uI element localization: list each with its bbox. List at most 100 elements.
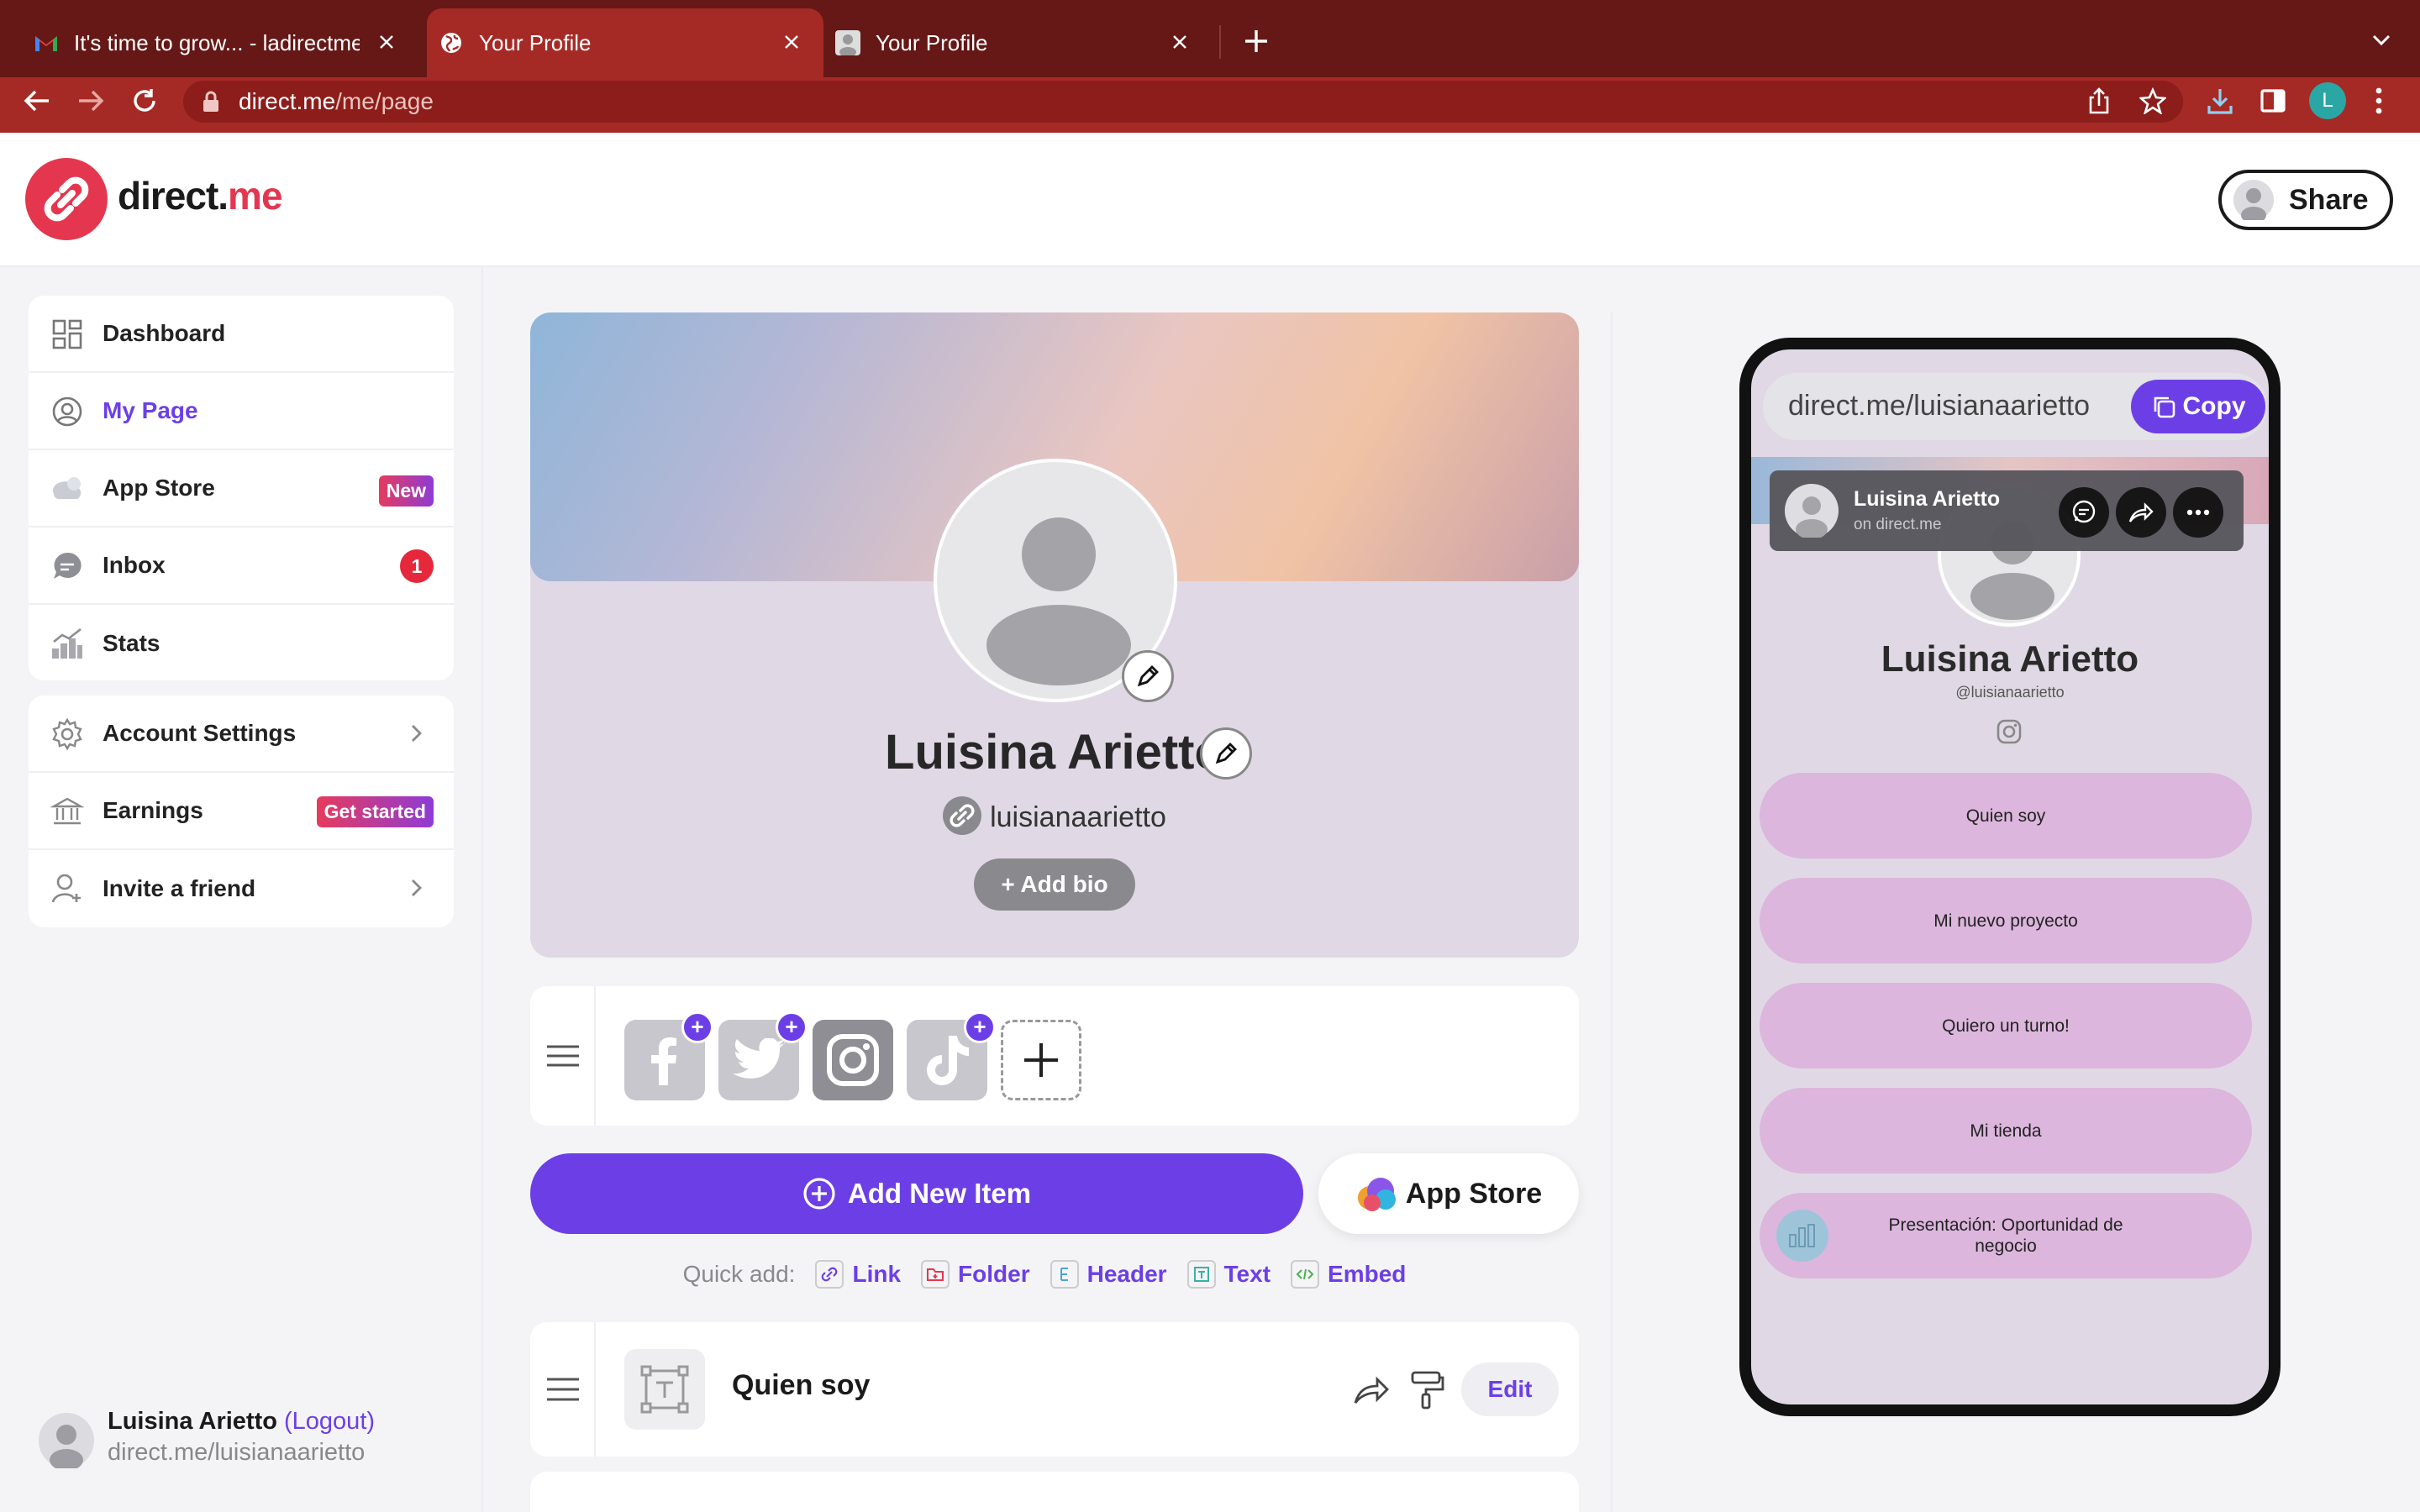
- add-tiktok-plus[interactable]: +: [964, 1011, 996, 1043]
- profile-username[interactable]: luisianaarietto: [530, 796, 1579, 838]
- get-started-badge[interactable]: Get started: [316, 796, 434, 827]
- facebook-icon[interactable]: +: [624, 1011, 713, 1100]
- app-store-button[interactable]: App Store: [1318, 1153, 1579, 1234]
- add-bio-button[interactable]: + Add bio: [974, 858, 1135, 911]
- add-new-item-button[interactable]: Add New Item: [530, 1153, 1303, 1234]
- share-arrow-icon[interactable]: [2116, 487, 2166, 538]
- quick-add-text[interactable]: Text: [1186, 1260, 1270, 1289]
- preview-link-button[interactable]: Mi tienda: [1760, 1088, 2252, 1173]
- bank-icon: [50, 797, 84, 825]
- url-text: direct.me/me/page: [239, 88, 434, 114]
- sidebar-item-account-settings[interactable]: Account Settings: [29, 696, 454, 773]
- tab-your-profile-active[interactable]: Your Profile: [427, 8, 823, 77]
- url-field[interactable]: [183, 81, 2183, 123]
- tab-gmail[interactable]: It's time to grow... - ladirectme: [17, 8, 418, 77]
- new-badge: New: [378, 475, 434, 507]
- instagram-icon[interactable]: [1996, 719, 2022, 744]
- tab-divider: [1219, 25, 1221, 59]
- new-tab-icon[interactable]: [1244, 29, 1269, 54]
- gmail-icon: [34, 30, 59, 55]
- drag-handle[interactable]: [530, 1322, 596, 1457]
- logout-link[interactable]: (Logout): [284, 1408, 375, 1435]
- preview-link-button[interactable]: Presentación: Oportunidad de negocio: [1760, 1193, 2252, 1278]
- quick-add-embed[interactable]: Embed: [1291, 1260, 1406, 1289]
- sidebar-main-nav: Dashboard My Page App Store New Inbox 1 …: [29, 296, 454, 680]
- profile-card: Luisina Arietto luisianaarietto + Add bi…: [530, 312, 1579, 958]
- preview-link-button[interactable]: Mi nuevo proyecto: [1760, 878, 2252, 963]
- forward-icon[interactable]: [77, 89, 104, 113]
- sidebar-item-invite-friend[interactable]: Invite a friend: [29, 850, 454, 927]
- download-icon[interactable]: [2207, 87, 2233, 114]
- quick-add-folder[interactable]: Folder: [921, 1260, 1030, 1289]
- chevron-right-icon: [412, 879, 422, 896]
- user-page-url: direct.me/luisianaarietto: [108, 1439, 366, 1466]
- inbox-count-badge: 1: [400, 549, 434, 583]
- share-page-icon[interactable]: [2087, 87, 2111, 114]
- back-icon[interactable]: [24, 89, 50, 113]
- stats-icon: [52, 627, 82, 659]
- embed-icon: [1291, 1260, 1320, 1289]
- sidepanel-icon[interactable]: [2260, 89, 2286, 113]
- twitter-icon[interactable]: +: [718, 1011, 808, 1100]
- reload-icon[interactable]: [131, 87, 158, 114]
- quick-add-header[interactable]: Header: [1050, 1260, 1167, 1289]
- edit-name-pencil-icon[interactable]: [1200, 727, 1252, 780]
- link-icon: [815, 1260, 844, 1289]
- preview-divider: [1611, 312, 1612, 1512]
- close-tab-icon[interactable]: [1166, 29, 1193, 55]
- sidebar-item-earnings[interactable]: Earnings Get started: [29, 773, 454, 850]
- sidebar-item-dashboard[interactable]: Dashboard: [29, 296, 454, 373]
- add-twitter-plus[interactable]: +: [776, 1011, 808, 1043]
- copy-url-button[interactable]: Copy: [2131, 380, 2265, 433]
- sidebar-item-inbox[interactable]: Inbox 1: [29, 528, 454, 605]
- tab-your-profile[interactable]: Your Profile: [823, 8, 1212, 77]
- close-tab-icon[interactable]: [778, 29, 805, 55]
- quick-add-link[interactable]: Link: [815, 1260, 901, 1289]
- sidebar-item-app-store[interactable]: App Store New: [29, 450, 454, 528]
- direct-me-logo-icon[interactable]: [25, 158, 108, 240]
- paint-roller-icon[interactable]: [1411, 1371, 1444, 1410]
- sidebar-item-my-page[interactable]: My Page: [29, 373, 454, 450]
- user-avatar[interactable]: [39, 1413, 94, 1468]
- folder-icon: [921, 1260, 950, 1289]
- avatar: [2233, 180, 2274, 220]
- share-button[interactable]: Share: [2218, 170, 2393, 230]
- preview-handle: @luisianaarietto: [1955, 684, 2065, 701]
- kebab-menu-icon[interactable]: [2375, 87, 2383, 114]
- add-social-icon[interactable]: [1001, 1020, 1081, 1100]
- tab-search-chevron-icon[interactable]: [2371, 34, 2391, 47]
- sidebar-item-stats[interactable]: Stats: [29, 605, 454, 682]
- profile-name: Luisina Arietto: [885, 725, 1224, 780]
- edit-avatar-pencil-icon[interactable]: [1122, 650, 1174, 702]
- close-tab-icon[interactable]: [373, 29, 400, 55]
- preview-link-button[interactable]: Quien soy: [1760, 773, 2252, 858]
- more-icon[interactable]: [2173, 487, 2223, 538]
- add-facebook-plus[interactable]: +: [681, 1011, 713, 1043]
- edit-item-button[interactable]: Edit: [1461, 1362, 1559, 1416]
- tiktok-icon[interactable]: +: [907, 1011, 996, 1100]
- inbox-icon: [54, 552, 82, 579]
- app-store-icon: [1357, 1178, 1396, 1211]
- header-icon: [1050, 1260, 1079, 1289]
- item-title: Quien soy: [732, 1369, 871, 1401]
- link-item-card: [530, 1472, 1579, 1512]
- drag-handle[interactable]: [530, 986, 596, 1126]
- instagram-icon[interactable]: [813, 1020, 893, 1100]
- avatar: [1785, 484, 1839, 538]
- phone-preview: direct.me/luisianaarietto Copy Luisina A…: [1739, 338, 2281, 1416]
- quick-add-row: Quick add: Link Folder Header Text Embed: [682, 1260, 1407, 1289]
- sidebar-secondary-nav: Account Settings Earnings Get started In…: [29, 696, 454, 927]
- logo-wordmark[interactable]: direct.me: [118, 173, 283, 218]
- share-arrow-icon[interactable]: [1354, 1374, 1389, 1404]
- chart-thumbnail-icon: [1776, 1210, 1828, 1262]
- bookmark-star-icon[interactable]: [2139, 87, 2166, 114]
- sidebar-divider: [481, 267, 483, 1512]
- user-name: Luisina Arietto: [108, 1408, 277, 1435]
- plus-circle-icon: [803, 1178, 835, 1210]
- message-icon[interactable]: [2059, 487, 2109, 538]
- preview-link-button[interactable]: Quiero un turno!: [1760, 983, 2252, 1068]
- social-icons-card: + + +: [530, 986, 1579, 1126]
- lock-icon[interactable]: [202, 91, 220, 113]
- profile-avatar[interactable]: L: [2309, 82, 2346, 119]
- link-icon: [943, 796, 982, 835]
